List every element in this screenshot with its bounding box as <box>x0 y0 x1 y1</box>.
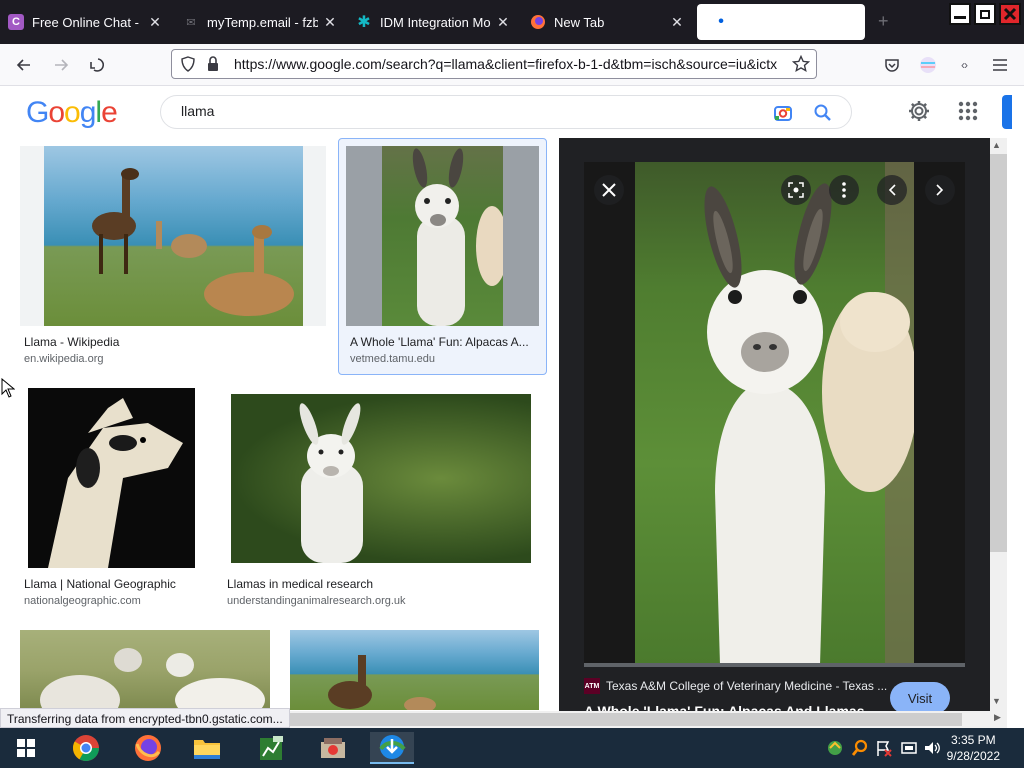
scrollbar-thumb[interactable] <box>288 713 962 726</box>
search-inside-image-icon[interactable] <box>781 175 811 205</box>
scrollbar-thumb[interactable] <box>990 154 1007 552</box>
bookmark-star-icon[interactable] <box>791 54 811 76</box>
media-app-icon[interactable] <box>311 732 355 764</box>
scroll-up-arrow-icon[interactable]: ▲ <box>992 140 1001 150</box>
minimize-button[interactable] <box>949 3 971 25</box>
tab-title: myTemp.email - fzbo <box>207 14 318 30</box>
lock-icon[interactable] <box>206 56 220 75</box>
stop-loading-icon[interactable] <box>86 53 110 77</box>
close-icon[interactable]: ✕ <box>495 14 511 31</box>
result-thumbnail[interactable] <box>20 630 270 710</box>
result-thumbnail[interactable] <box>28 388 195 568</box>
windows-taskbar: 3:35 PM 9/28/2022 <box>0 728 1024 768</box>
chat-logo-icon: C <box>8 14 24 30</box>
puzzle-icon: ✱ <box>357 14 371 31</box>
chart-app-icon[interactable] <box>249 732 293 764</box>
account-avatar-icon[interactable] <box>916 53 940 77</box>
navigation-toolbar: https://www.google.com/search?q=llama&cl… <box>0 44 1024 86</box>
search-icon[interactable] <box>813 103 833 126</box>
more-options-icon[interactable] <box>829 175 859 205</box>
back-arrow-icon[interactable] <box>12 53 36 77</box>
tab-title: IDM Integration Modu <box>380 14 491 30</box>
tab-mytemp-email[interactable]: ✉ myTemp.email - fzbo ✕ <box>183 4 338 40</box>
display-monitor-icon[interactable] <box>900 739 918 760</box>
loading-icon: • <box>718 13 724 30</box>
tab-bar: C Free Online Chat - Me ✕ ✉ myTemp.email… <box>0 0 1024 44</box>
network-status-icon[interactable] <box>826 739 844 760</box>
mail-icon: ✉ <box>186 16 196 29</box>
vertical-scrollbar[interactable]: ▲ ▼ <box>990 138 1007 712</box>
firefox-taskbar-icon[interactable] <box>126 732 170 764</box>
tab-title: Free Online Chat - Me <box>32 14 143 30</box>
pocket-icon[interactable] <box>880 53 904 77</box>
result-card-natgeo[interactable]: Llama | National Geographic nationalgeog… <box>20 388 205 610</box>
search-input[interactable] <box>181 103 741 119</box>
result-thumbnail[interactable] <box>290 630 539 710</box>
restore-button[interactable] <box>974 3 996 25</box>
tracking-shield-icon[interactable] <box>180 56 196 75</box>
previous-image-chevron-icon[interactable] <box>877 175 907 205</box>
preview-image[interactable] <box>584 162 965 665</box>
tab-title: New Tab <box>554 14 605 30</box>
tab-free-online-chat[interactable]: C Free Online Chat - Me ✕ <box>8 4 163 40</box>
idm-extension-icon[interactable]: ‹› <box>952 53 976 77</box>
close-icon[interactable]: ✕ <box>669 14 685 31</box>
result-source[interactable]: en.wikipedia.org <box>24 353 104 365</box>
hamburger-menu-icon[interactable] <box>988 53 1012 77</box>
result-thumbnail[interactable] <box>20 146 326 326</box>
status-bar: Transferring data from encrypted-tbn0.gs… <box>0 708 290 728</box>
result-caption[interactable]: A Whole 'Llama' Fun: Alpacas A... <box>350 335 540 349</box>
result-source[interactable]: nationalgeographic.com <box>24 595 141 607</box>
camera-lens-icon[interactable] <box>773 103 793 126</box>
scroll-right-arrow-icon[interactable]: ▶ <box>994 712 1001 723</box>
url-text[interactable]: https://www.google.com/search?q=llama&cl… <box>234 56 784 72</box>
result-thumbnail[interactable] <box>231 394 531 563</box>
close-icon[interactable]: ✕ <box>322 14 338 31</box>
result-source[interactable]: understandinganimalresearch.org.uk <box>227 595 406 607</box>
clock-date: 9/28/2022 <box>946 749 1000 763</box>
address-bar[interactable]: https://www.google.com/search?q=llama&cl… <box>171 49 817 79</box>
tab-idm-integration[interactable]: ✱ IDM Integration Modu ✕ <box>356 4 511 40</box>
result-caption[interactable]: Llamas in medical research <box>227 577 537 591</box>
file-explorer-icon[interactable] <box>185 732 229 764</box>
result-caption[interactable]: Llama - Wikipedia <box>24 335 324 349</box>
mouse-cursor-icon <box>1 377 16 401</box>
google-apps-grid-icon[interactable] <box>958 101 978 124</box>
tab-loading-active[interactable]: • <box>697 4 865 40</box>
result-caption[interactable]: Llama | National Geographic <box>24 577 204 591</box>
scroll-down-arrow-icon[interactable]: ▼ <box>992 696 1001 706</box>
clock-time: 3:35 PM <box>950 733 996 747</box>
windows-start-icon[interactable] <box>4 732 48 764</box>
sign-in-button[interactable] <box>1002 95 1012 129</box>
result-card-wikipedia[interactable]: Llama - Wikipedia en.wikipedia.org <box>20 146 326 370</box>
firefox-icon <box>530 14 546 30</box>
result-card-alpacas-partial[interactable] <box>20 630 270 710</box>
visit-button[interactable]: Visit <box>890 682 950 714</box>
result-source[interactable]: vetmed.tamu.edu <box>350 353 435 365</box>
result-card-vetmed-selected[interactable]: A Whole 'Llama' Fun: Alpacas A... vetmed… <box>338 138 547 375</box>
chrome-icon[interactable] <box>64 732 108 764</box>
preview-loading-bar <box>584 663 965 667</box>
system-clock[interactable]: 3:35 PM 9/28/2022 <box>947 732 1000 764</box>
image-preview-panel: ATM Texas A&M College of Veterinary Medi… <box>559 138 990 714</box>
settings-gear-icon[interactable] <box>907 99 931 126</box>
action-center-flag-icon[interactable] <box>875 739 893 760</box>
new-tab-plus-icon[interactable]: + <box>878 11 889 32</box>
search-magnifier-tray-icon[interactable] <box>851 739 869 760</box>
idm-download-manager-icon[interactable] <box>370 732 414 764</box>
result-card-understanding-animal-research[interactable]: Llamas in medical research understanding… <box>223 388 541 610</box>
forward-arrow-icon[interactable] <box>49 53 73 77</box>
close-preview-button[interactable] <box>594 175 624 205</box>
google-logo[interactable]: Google <box>26 96 118 130</box>
tamu-logo-icon: ATM <box>584 678 600 694</box>
search-box[interactable] <box>160 95 852 129</box>
result-thumbnail[interactable] <box>346 146 539 326</box>
result-card-lake-llama-partial[interactable] <box>290 630 539 710</box>
preview-site-name[interactable]: Texas A&M College of Veterinary Medicine… <box>606 679 906 693</box>
close-icon[interactable]: ✕ <box>147 14 163 31</box>
close-window-button[interactable] <box>999 3 1021 25</box>
next-image-chevron-icon[interactable] <box>925 175 955 205</box>
tab-new-tab[interactable]: New Tab ✕ <box>530 4 685 40</box>
volume-speaker-icon[interactable] <box>923 739 941 760</box>
